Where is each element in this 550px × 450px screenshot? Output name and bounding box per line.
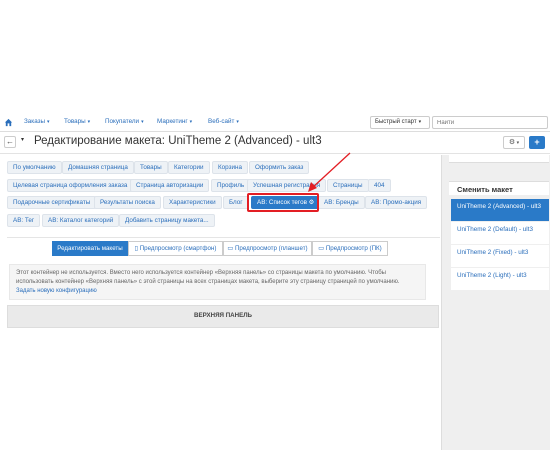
page-chip[interactable]: Характеристики bbox=[163, 196, 222, 209]
page-chip[interactable]: Домашняя страница bbox=[62, 161, 134, 174]
smartphone-icon: ▯ bbox=[134, 245, 138, 252]
nav-orders[interactable]: Заказы ▾ bbox=[24, 118, 50, 125]
settings-button[interactable]: ⚙ ▾ bbox=[503, 136, 525, 149]
sidebar-title: Сменить макет bbox=[449, 181, 549, 195]
page-chip[interactable]: Целевая страница оформления заказа bbox=[7, 179, 134, 192]
tab-preview-desktop[interactable]: ▭ Предпросмотр (ПК) bbox=[312, 241, 388, 256]
nav-marketing[interactable]: Маркетинг ▾ bbox=[157, 118, 192, 125]
container-notice: Этот контейнер не используется. Вместо н… bbox=[9, 264, 426, 300]
divider bbox=[7, 237, 440, 238]
page-header: ← ▾ Редактирование макета: UniTheme 2 (A… bbox=[0, 132, 550, 154]
annotation-arrow-icon bbox=[308, 152, 351, 192]
page-chip[interactable]: Блог bbox=[223, 196, 249, 209]
nav-website[interactable]: Веб-сайт ▾ bbox=[208, 118, 239, 125]
nav-customers[interactable]: Покупатели ▾ bbox=[105, 118, 144, 125]
layout-item-advanced[interactable]: UniTheme 2 (Advanced) - ult3 bbox=[451, 199, 549, 221]
quick-start-dropdown[interactable]: Быстрый старт ▾ bbox=[370, 116, 430, 129]
page-chip[interactable]: По умолчанию bbox=[7, 161, 62, 174]
chevron-down-icon[interactable]: ▾ bbox=[21, 136, 24, 143]
page-chip[interactable]: Профиль bbox=[211, 179, 251, 192]
page-chip[interactable]: AB: Каталог категорий bbox=[42, 214, 120, 227]
page-chip[interactable]: Подарочные сертификаты bbox=[7, 196, 97, 209]
page-chip[interactable]: Страница авторизации bbox=[130, 179, 210, 192]
tablet-icon: ▭ bbox=[227, 245, 234, 252]
page-chip[interactable]: Товары bbox=[134, 161, 168, 174]
top-panel-container: ВЕРХНЯЯ ПАНЕЛЬ bbox=[7, 305, 439, 328]
layout-item-light[interactable]: UniTheme 2 (Light) - ult3 bbox=[451, 268, 549, 290]
page-chip[interactable]: AB: Промо-акция bbox=[365, 196, 428, 209]
nav-products[interactable]: Товары ▾ bbox=[64, 118, 90, 125]
page-chip[interactable]: 404 bbox=[368, 179, 391, 192]
page-chip[interactable]: Корзина bbox=[212, 161, 248, 174]
add-button[interactable]: + bbox=[529, 136, 545, 149]
tab-preview-tablet[interactable]: ▭ Предпросмотр (планшет) bbox=[223, 241, 312, 256]
layout-item-default[interactable]: UniTheme 2 (Default) - ult3 bbox=[451, 222, 549, 244]
home-icon[interactable] bbox=[4, 118, 13, 127]
page-chip[interactable]: Категории bbox=[168, 161, 210, 174]
tab-preview-smartphone[interactable]: ▯ Предпросмотр (смартфон) bbox=[128, 241, 223, 256]
sidebar-top-panel bbox=[449, 155, 549, 163]
top-navbar: Заказы ▾ Товары ▾ Покупатели ▾ Маркетинг ▾ В… bbox=[0, 113, 550, 132]
desktop-icon: ▭ bbox=[318, 245, 325, 252]
add-page-button[interactable]: Добавить страницу макета... bbox=[119, 214, 215, 227]
back-button[interactable]: ← bbox=[4, 136, 16, 148]
page-title: Редактирование макета: UniTheme 2 (Advan… bbox=[34, 135, 322, 147]
tab-edit-layouts[interactable]: Редактировать макеты bbox=[52, 241, 128, 256]
layout-item-fixed[interactable]: UniTheme 2 (Fixed) - ult3 bbox=[451, 245, 549, 267]
page-chip[interactable]: AB: Бренды bbox=[318, 196, 365, 209]
page-chip[interactable]: Результаты поиска bbox=[94, 196, 161, 209]
page-chip[interactable]: AB: Тег bbox=[7, 214, 41, 227]
notice-text: Этот контейнер не используется. Вместо н… bbox=[16, 270, 400, 285]
set-new-config-link[interactable]: Задать новую конфигурацию bbox=[16, 287, 419, 296]
search-input[interactable] bbox=[432, 116, 548, 129]
